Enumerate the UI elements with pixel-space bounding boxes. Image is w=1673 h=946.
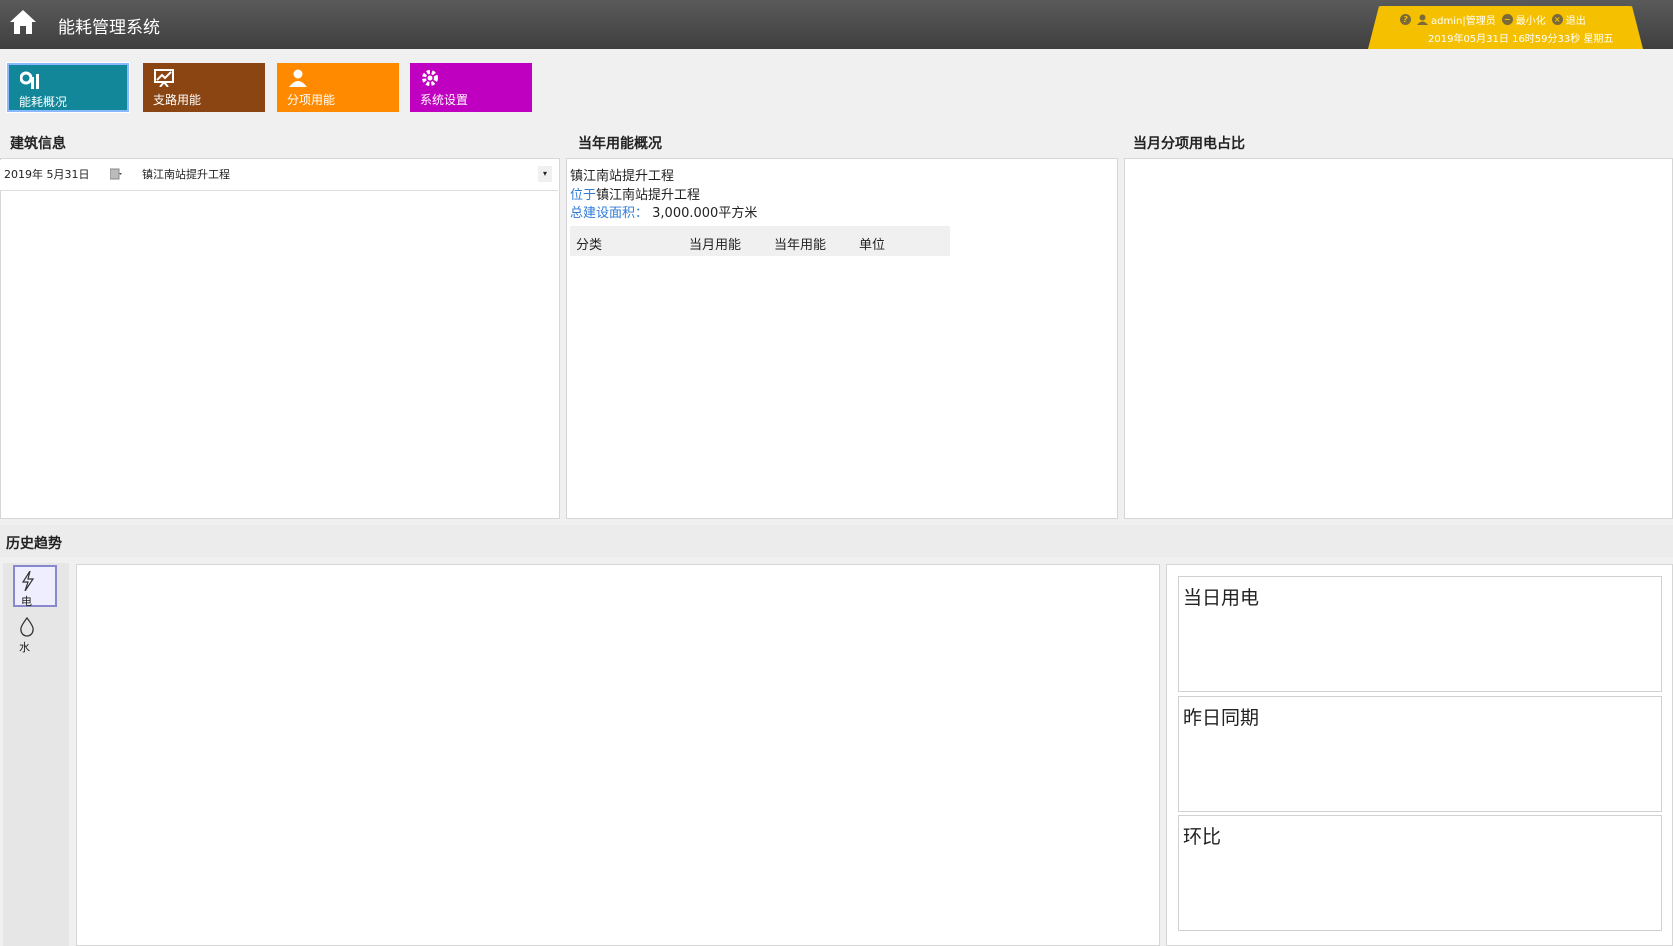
column-unit: 单位 [859, 238, 886, 253]
header-bar: 能耗管理系统 ? admin|管理员 − 最小化 × 退出 2019年05月31… [0, 0, 1673, 49]
monthly-ratio-panel [1124, 158, 1673, 519]
history-header: 历史趋势 [0, 525, 1673, 557]
minimize-label: 最小化 [1515, 16, 1546, 27]
minimize-icon: − [1501, 14, 1513, 25]
lightning-icon [21, 571, 35, 591]
current-datetime: 2019年05月31日 16时59分33秒 星期五 [1428, 34, 1614, 45]
tile-branch-energy[interactable]: 支路用能 [143, 63, 265, 112]
stat-yesterday-same-period: 昨日同期 [1178, 696, 1662, 812]
gear-icon [422, 70, 438, 86]
tile-energy-overview[interactable]: 能耗概况 [6, 62, 130, 113]
logout-button[interactable]: × 退出 [1551, 12, 1586, 27]
tile-itemized-energy[interactable]: 分项用能 [277, 63, 399, 112]
tile-label: 支路用能 [153, 93, 202, 107]
column-monthly: 当月用能 [689, 238, 742, 253]
energy-chart-icon [20, 71, 39, 89]
close-icon: × [1551, 14, 1563, 25]
branch-chart-icon [154, 69, 174, 87]
type-electricity-button[interactable]: 电 [13, 565, 57, 608]
stat-label: 环比 [1183, 826, 1222, 848]
location-label: 位于 [570, 188, 597, 203]
calendar-icon[interactable] [110, 168, 122, 180]
logout-label: 退出 [1565, 16, 1586, 27]
building-info-title: 建筑信息 [10, 136, 66, 152]
filter-row: 2019年 5月31日 镇江南站提升工程 ▾ [0, 160, 558, 191]
yearly-overview-title: 当年用能概况 [578, 136, 662, 152]
area-value: 3,000.000平方米 [652, 206, 758, 221]
stat-today-electricity: 当日用电 [1178, 576, 1662, 692]
tile-system-settings[interactable]: 系统设置 [410, 63, 532, 112]
history-title: 历史趋势 [6, 536, 62, 552]
app-title: 能耗管理系统 [58, 18, 160, 38]
help-icon[interactable]: ? [1400, 14, 1411, 25]
type-label: 水 [19, 641, 30, 654]
tile-label: 能耗概况 [19, 95, 68, 109]
area-line: 总建设面积： 3,000.000平方米 [570, 202, 757, 221]
stat-label: 昨日同期 [1183, 707, 1260, 729]
stat-month-on-month: 环比 [1178, 815, 1662, 931]
history-chart-area [76, 564, 1160, 946]
type-water-button[interactable]: 水 [13, 613, 57, 655]
location-value: 镇江南站提升工程 [596, 188, 701, 203]
stat-label: 当日用电 [1183, 587, 1260, 609]
tile-label: 系统设置 [420, 93, 469, 107]
user-name: admin|管理员 [1431, 16, 1496, 27]
monthly-ratio-title: 当月分项用电占比 [1133, 136, 1245, 152]
location-line: 位于镇江南站提升工程 [570, 184, 700, 203]
project-select[interactable]: 镇江南站提升工程 [142, 166, 230, 182]
user-info: admin|管理员 [1417, 12, 1496, 27]
chevron-down-icon[interactable]: ▾ [538, 166, 552, 182]
area-label: 总建设面积： [570, 206, 649, 221]
water-drop-icon [20, 617, 34, 637]
column-yearly: 当年用能 [774, 238, 827, 253]
date-picker[interactable]: 2019年 5月31日 [4, 166, 90, 182]
home-icon[interactable] [8, 8, 38, 36]
column-category: 分类 [576, 238, 603, 253]
project-name: 镇江南站提升工程 [570, 169, 675, 184]
tile-label: 分项用能 [287, 93, 336, 107]
user-icon [1417, 14, 1428, 25]
building-info-panel [0, 158, 560, 519]
energy-table-header: 分类 当月用能 当年用能 单位 [570, 226, 950, 256]
user-icon [289, 69, 307, 87]
user-panel: ? admin|管理员 − 最小化 × 退出 2019年05月31日 16时59… [1368, 6, 1643, 49]
type-label: 电 [21, 595, 32, 608]
minimize-button[interactable]: − 最小化 [1501, 12, 1546, 27]
